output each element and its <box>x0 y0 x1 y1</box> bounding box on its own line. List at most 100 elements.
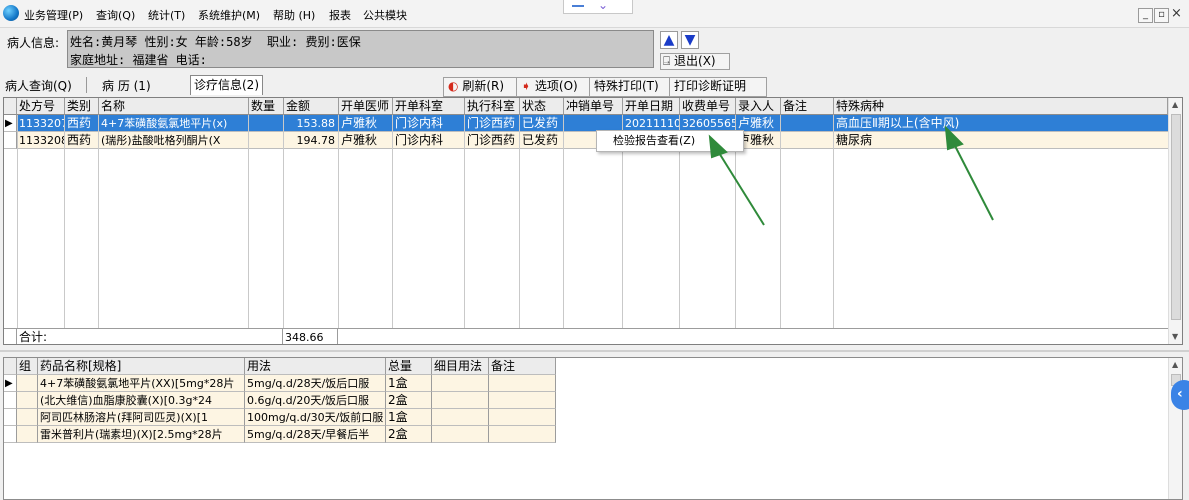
table-cell: 5mg/q.d/28天/饭后口服 <box>245 375 386 392</box>
menu-reports[interactable]: 报表 <box>329 7 351 23</box>
table-cell: 已发药 <box>520 132 564 148</box>
row-indicator <box>4 132 17 149</box>
column-header[interactable]: 类别 <box>65 98 99 115</box>
menu-statistics[interactable]: 统计(T) <box>148 7 185 23</box>
column-header[interactable]: 名称 <box>99 98 249 115</box>
table-cell: 1133208 <box>17 132 65 148</box>
column-header[interactable]: 用法 <box>245 358 386 375</box>
menu-business[interactable]: 业务管理(P) <box>24 7 83 23</box>
column-header[interactable]: 开单日期 <box>623 98 680 115</box>
splitter[interactable] <box>0 350 1189 352</box>
column-header[interactable]: 录入人 <box>736 98 781 115</box>
table-cell <box>489 375 556 392</box>
table-cell: 4+7苯磺酸氨氯地平片(x) <box>99 115 249 131</box>
prescription-table[interactable]: 处方号 类别 名称 数量 金额 开单医师 开单科室 执行科室 状态 冲销单号 开… <box>3 97 1183 345</box>
grid-line <box>64 115 65 328</box>
restore-button[interactable]: ▫ <box>1154 8 1169 23</box>
grid-line <box>833 115 834 328</box>
column-header[interactable]: 开单医师 <box>339 98 393 115</box>
scroll-down-icon[interactable]: ▼ <box>1172 332 1178 341</box>
column-header[interactable]: 冲销单号 <box>564 98 623 115</box>
exit-button[interactable]: ⍈ 退出(X) <box>660 53 730 70</box>
tab-diagnosis-info[interactable]: 诊疗信息(2) <box>190 75 263 95</box>
column-header[interactable]: 执行科室 <box>465 98 520 115</box>
table-cell: 门诊西药 <box>465 132 520 148</box>
options-button[interactable]: ➧ 选项(O) <box>516 77 596 97</box>
column-header[interactable]: 收费单号 <box>680 98 736 115</box>
menu-query[interactable]: 查询(Q) <box>96 7 135 23</box>
table-row-selected[interactable]: 1133207 西药 4+7苯磺酸氨氯地平片(x) 153.88 卢雅秋 门诊内… <box>17 115 1168 132</box>
table-cell: (北大维信)血脂康胶囊(X)[0.3g*24 <box>38 392 245 409</box>
total-label: 合计: <box>17 329 283 344</box>
row-indicator <box>4 392 17 409</box>
chevron-down-icon: ⌄ <box>598 0 609 12</box>
special-print-button[interactable]: 特殊打印(T) <box>589 77 675 97</box>
options-icon: ➧ <box>521 79 532 93</box>
context-menu: 检验报告查看(Z) <box>596 130 744 152</box>
table-cell: 1盒 <box>386 375 432 392</box>
medication-detail-table[interactable]: 组 药品名称[规格] 用法 总量 细目用法 备注 ▶ 4+7苯磺酸氨氯地平片(X… <box>3 357 1183 500</box>
column-header[interactable]: 组 <box>17 358 38 375</box>
menu-help[interactable]: 帮助 (H) <box>273 7 315 23</box>
table-cell <box>17 375 38 392</box>
menu-public-module[interactable]: 公共模块 <box>363 7 407 23</box>
table-cell <box>489 409 556 426</box>
print-diagnosis-certificate-button[interactable]: 打印诊断证明 <box>669 77 767 97</box>
column-header[interactable]: 备注 <box>781 98 834 115</box>
column-header[interactable]: 处方号 <box>17 98 65 115</box>
table-cell <box>432 375 489 392</box>
table-cell: 门诊西药 <box>465 115 520 131</box>
table-cell: 雷米普利片(瑞素坦)(X)[2.5mg*28片 <box>38 426 245 443</box>
table-cell: 高血压Ⅱ期以上(含中风) <box>834 115 1168 131</box>
menu-system-maintenance[interactable]: 系统维护(M) <box>198 7 260 23</box>
side-panel-toggle[interactable]: ‹ <box>1171 380 1189 410</box>
column-header[interactable]: 细目用法 <box>432 358 489 375</box>
scrollbar-thumb[interactable] <box>1171 114 1181 320</box>
table-cell <box>432 426 489 443</box>
previous-patient-button[interactable]: ▲ <box>660 31 678 49</box>
column-header[interactable]: 金额 <box>284 98 339 115</box>
column-header[interactable]: 总量 <box>386 358 432 375</box>
column-header[interactable]: 药品名称[规格] <box>38 358 245 375</box>
table-scrollbar[interactable]: ▲ ▼ <box>1168 98 1182 344</box>
floating-toolbar[interactable]: ⌄ <box>563 0 633 14</box>
table-cell: 卢雅秋 <box>339 115 393 131</box>
table-cell: 已发药 <box>520 115 564 131</box>
tab-patient-query[interactable]: 病人查询(Q) <box>5 77 72 93</box>
scroll-up-icon[interactable]: ▲ <box>1172 100 1178 109</box>
table-cell: 门诊内科 <box>393 132 465 148</box>
column-header[interactable]: 特殊病种 <box>834 98 1168 115</box>
table-cell: 西药 <box>65 115 99 131</box>
table-cell <box>249 132 284 148</box>
scroll-up-icon[interactable]: ▲ <box>1172 360 1178 369</box>
table-cell <box>489 426 556 443</box>
minimize-button[interactable]: _ <box>1138 8 1153 23</box>
table-cell <box>17 392 38 409</box>
row-indicator <box>4 426 17 443</box>
refresh-label: 刷新(R) <box>462 79 505 93</box>
table-cell: 5mg/q.d/28天/早餐后半 <box>245 426 386 443</box>
table-cell <box>17 409 38 426</box>
grid-line <box>248 115 249 328</box>
table-cell <box>781 115 834 131</box>
table-cell: 糖尿病 <box>834 132 1168 148</box>
row-indicator <box>4 329 17 344</box>
column-header[interactable]: 开单科室 <box>393 98 465 115</box>
options-label: 选项(O) <box>534 79 578 93</box>
app-logo-icon <box>3 5 19 21</box>
column-header[interactable]: 数量 <box>249 98 284 115</box>
context-menu-item-lab-report[interactable]: 检验报告查看(Z) <box>613 134 695 147</box>
next-patient-button[interactable]: ▼ <box>681 31 699 49</box>
tab-medical-record[interactable]: 病 历 (1) <box>102 77 151 93</box>
column-header[interactable]: 备注 <box>489 358 556 375</box>
table-row[interactable]: 1133208 西药 (瑞彤)盐酸吡格列酮片(X 194.78 卢雅秋 门诊内科… <box>17 132 1168 149</box>
table-cell: 门诊内科 <box>393 115 465 131</box>
column-header[interactable]: 状态 <box>520 98 564 115</box>
patient-info-panel: 姓名:黄月琴 性别:女 年龄:58岁 职业: 费别:医保 家庭地址: 福建省 电… <box>67 30 654 68</box>
close-button[interactable]: × <box>1170 7 1183 21</box>
refresh-button[interactable]: ◐ 刷新(R) <box>443 77 523 97</box>
table-cell: 1盒 <box>386 409 432 426</box>
chevron-left-icon: ‹ <box>1177 386 1183 402</box>
table-cell <box>781 132 834 148</box>
table-cell: 1133207 <box>17 115 65 131</box>
